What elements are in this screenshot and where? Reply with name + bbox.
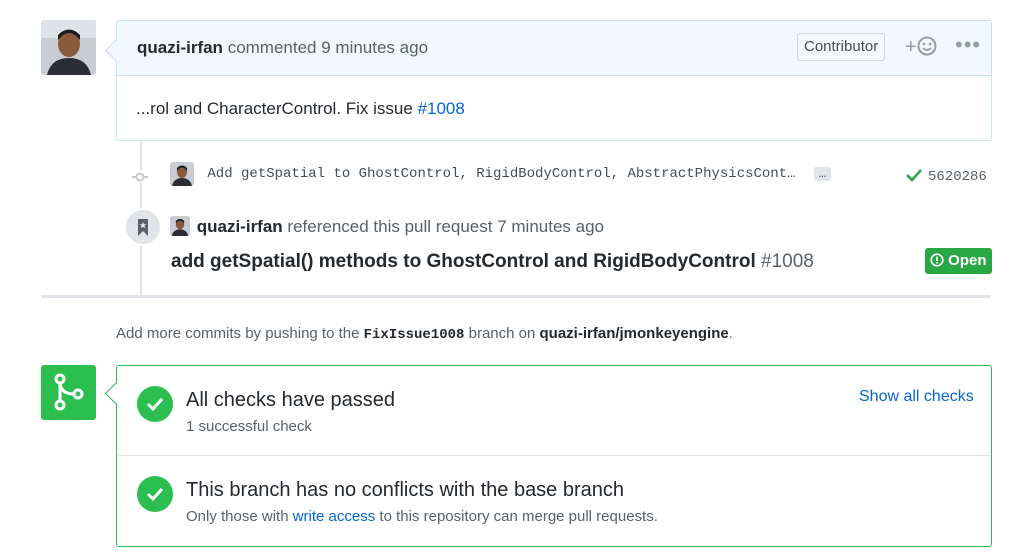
kebab-icon[interactable]: ••• bbox=[955, 32, 981, 58]
checks-title: All checks have passed bbox=[186, 389, 396, 411]
issue-link[interactable]: #1008 bbox=[418, 99, 465, 118]
comment-header: quazi-irfan commented 9 minutes ago Cont… bbox=[104, 21, 991, 76]
smiley-icon bbox=[917, 36, 937, 56]
referenced-pr-number[interactable]: #1008 bbox=[761, 251, 814, 272]
reference-author[interactable]: quazi-irfan bbox=[197, 217, 283, 236]
avatar[interactable] bbox=[41, 20, 96, 75]
git-merge-icon bbox=[41, 365, 96, 420]
comment-author-line: quazi-irfan commented 9 minutes ago bbox=[137, 38, 428, 58]
contributor-badge: Contributor bbox=[797, 33, 886, 61]
check-circle-icon bbox=[137, 476, 173, 512]
conflicts-sub-suffix: to this repository can merge pull reques… bbox=[375, 508, 658, 525]
checks-subtitle: 1 successful check bbox=[186, 418, 312, 435]
reaction-plus: + bbox=[905, 36, 917, 58]
avatar[interactable] bbox=[170, 216, 190, 236]
comment-body: ...rol and CharacterControl. Fix issue #… bbox=[136, 99, 465, 119]
check-circle-icon bbox=[137, 386, 173, 422]
push-note: Add more commits by pushing to the FixIs… bbox=[116, 325, 733, 343]
reference-row: quazi-irfan referenced this pull request… bbox=[170, 216, 604, 237]
push-note-middle: branch on bbox=[464, 325, 540, 342]
status-label: Open bbox=[948, 252, 987, 269]
commit-sha[interactable]: 5620286 bbox=[928, 169, 987, 185]
referenced-pr-title[interactable]: add getSpatial() methods to GhostControl… bbox=[171, 251, 756, 272]
conflicts-sub-prefix: Only those with bbox=[186, 508, 293, 525]
expand-commit-button[interactable]: … bbox=[813, 167, 832, 181]
conflicts-title: This branch has no conflicts with the ba… bbox=[186, 479, 625, 501]
referenced-pr-link[interactable]: add getSpatial() methods to GhostControl… bbox=[171, 251, 814, 273]
commit-icon bbox=[132, 170, 148, 182]
comment-action[interactable]: commented 9 minutes ago bbox=[228, 38, 428, 57]
commit-row: Add getSpatial to GhostControl, RigidBod… bbox=[170, 162, 832, 186]
branch-name: FixIssue1008 bbox=[363, 327, 465, 343]
timeline-divider bbox=[41, 295, 991, 298]
avatar[interactable] bbox=[170, 162, 194, 186]
commit-message[interactable]: Add getSpatial to GhostControl, RigidBod… bbox=[207, 166, 795, 182]
merge-caret bbox=[104, 382, 127, 405]
comment-caret bbox=[104, 39, 127, 62]
merge-status-box: All checks have passed 1 successful chec… bbox=[104, 365, 992, 547]
comment-text: ...rol and CharacterControl. Fix issue bbox=[136, 99, 418, 118]
issue-opened-icon bbox=[930, 253, 944, 267]
add-reaction-button[interactable]: + bbox=[905, 36, 937, 59]
reference-action[interactable]: referenced this pull request 7 minutes a… bbox=[287, 217, 604, 236]
comment-box: quazi-irfan commented 9 minutes ago Cont… bbox=[104, 20, 992, 141]
bookmark-icon bbox=[124, 208, 162, 246]
comment-author[interactable]: quazi-irfan bbox=[137, 38, 223, 57]
commit-sha-row: 5620286 bbox=[906, 168, 987, 185]
push-note-prefix: Add more commits by pushing to the bbox=[116, 325, 364, 342]
repo-name: quazi-irfan/jmonkeyengine bbox=[539, 325, 729, 342]
write-access-link[interactable]: write access bbox=[293, 508, 376, 525]
conflicts-subtitle: Only those with write access to this rep… bbox=[186, 508, 658, 525]
merge-box-divider bbox=[117, 455, 991, 456]
show-all-checks-link[interactable]: Show all checks bbox=[859, 388, 974, 406]
status-badge: Open bbox=[925, 248, 992, 274]
check-icon[interactable] bbox=[906, 168, 922, 182]
push-note-suffix: . bbox=[728, 325, 733, 342]
